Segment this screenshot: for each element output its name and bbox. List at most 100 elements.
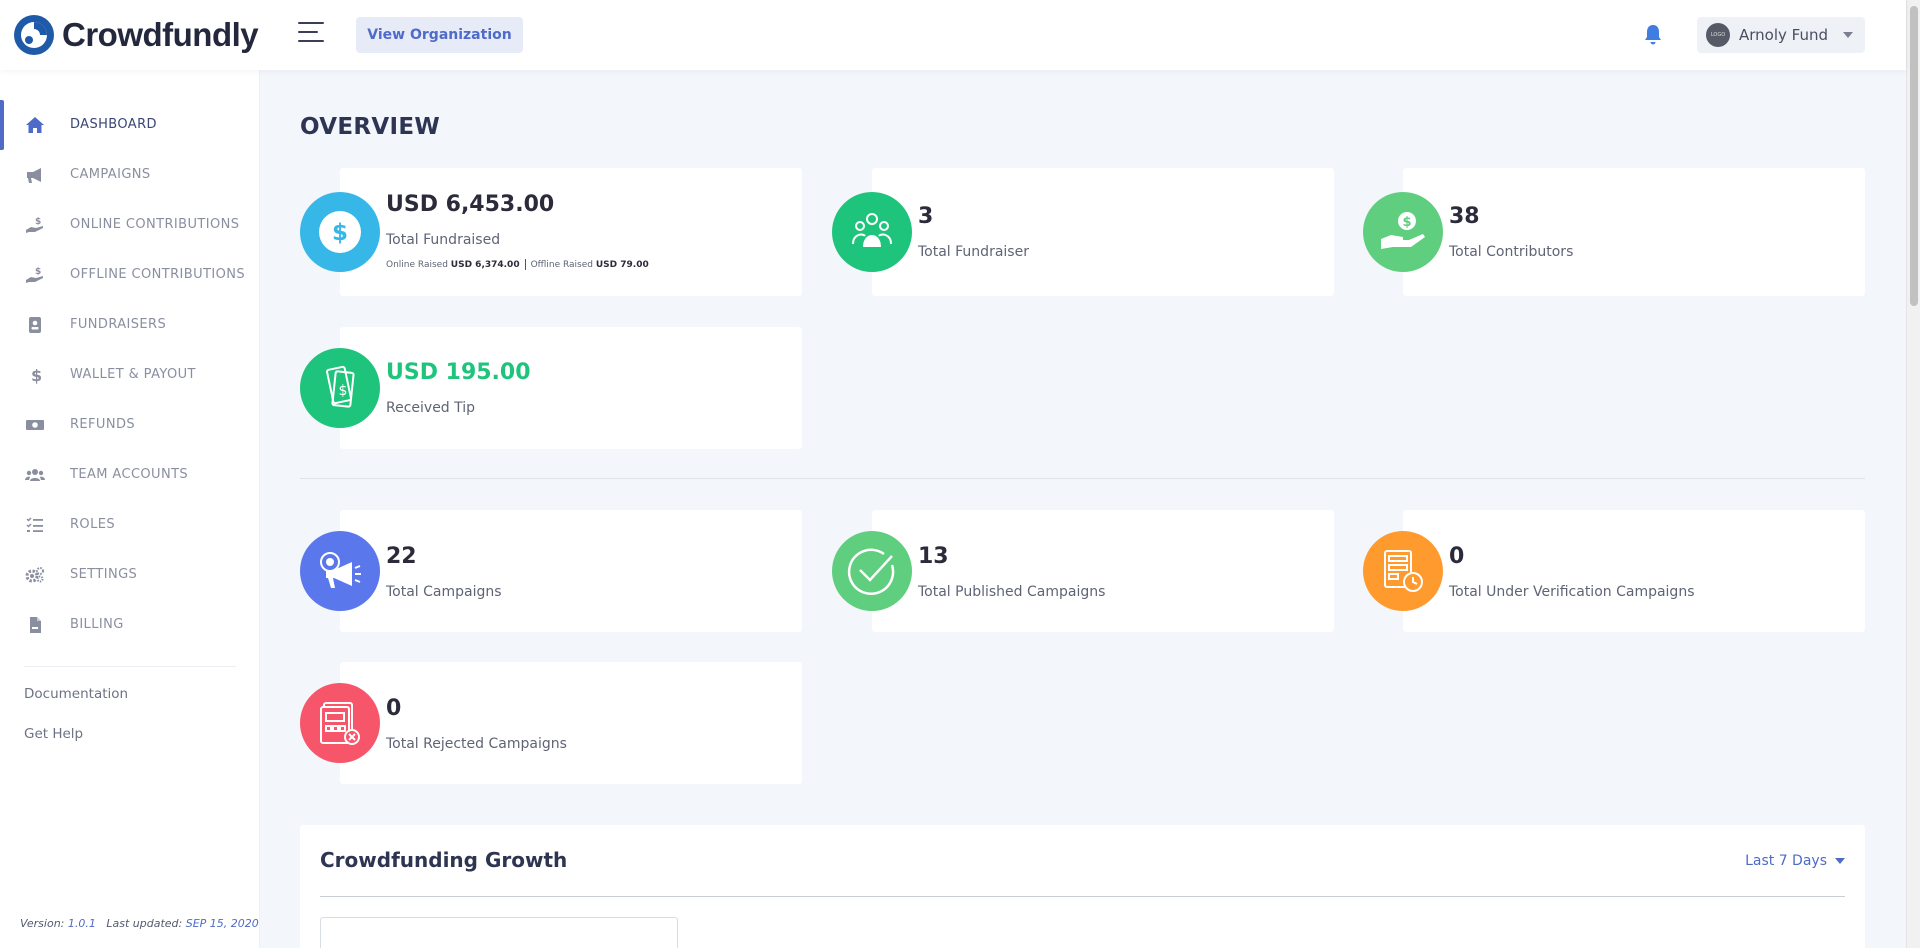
sidebar-item-team-accounts[interactable]: TEAM ACCOUNTS (0, 450, 260, 500)
sidebar-item-label: SETTINGS (70, 567, 138, 582)
raised-breakdown: Online Raised USD 6,374.00 Offline Raised… (386, 259, 649, 270)
dollar-icon: $ (31, 366, 42, 384)
page-scrollbar[interactable] (1906, 0, 1920, 948)
total-contributors-card (1403, 168, 1865, 296)
top-header: Crowdfundly View Organization LOGO Arnol… (0, 0, 1906, 70)
sidebar-item-refunds[interactable]: REFUNDS (0, 400, 260, 450)
rejected-campaigns-label: Total Rejected Campaigns (386, 736, 567, 752)
stat-icon-circle: $ (300, 348, 380, 428)
sidebar-item-fundraisers[interactable]: FUNDRAISERS (0, 300, 260, 350)
user-menu-dropdown[interactable]: LOGO Arnoly Fund (1697, 17, 1865, 53)
user-name: Arnoly Fund (1739, 26, 1829, 44)
sidebar-item-label: ONLINE CONTRIBUTIONS (70, 217, 240, 232)
documentation-link[interactable]: Documentation (24, 686, 128, 702)
sidebar-item-settings[interactable]: SETTINGS (0, 550, 260, 600)
received-tip-card (340, 327, 802, 449)
sidebar-item-label: DASHBOARD (70, 117, 157, 132)
sidebar-item-label: REFUNDS (70, 417, 136, 432)
check-circle-icon (847, 548, 895, 596)
stat-icon-circle: $ (300, 192, 380, 272)
cash-icon: $ (326, 365, 355, 408)
hand-coin-icon: $ (1381, 212, 1425, 249)
svg-text:$: $ (339, 383, 348, 399)
received-tip-value: USD 195.00 (386, 360, 531, 385)
crowdfunding-growth-panel: Crowdfunding Growth Last 7 Days (300, 825, 1865, 948)
dollar-circle-icon: $ (319, 211, 361, 253)
sidebar-item-label: TEAM ACCOUNTS (70, 467, 189, 482)
total-fundraised-label: Total Fundraised (386, 232, 501, 248)
verification-campaigns-value: 0 (1449, 544, 1465, 569)
offline-raised-value: USD 79.00 (595, 260, 649, 270)
megaphone-icon (27, 168, 41, 183)
section-divider (300, 478, 1865, 479)
last-updated-label: Last updated: (106, 917, 183, 930)
sidebar-item-roles[interactable]: ROLES (0, 500, 260, 550)
invoice-icon (30, 617, 41, 633)
rejected-campaigns-value: 0 (386, 696, 402, 721)
total-fundraiser-card (872, 168, 1334, 296)
last-updated-date: SEP 15, 2020 (185, 917, 259, 930)
view-organization-button[interactable]: View Organization (356, 17, 523, 53)
received-tip-label: Received Tip (386, 400, 476, 416)
megaphone-target-icon (320, 552, 361, 588)
brand-logo[interactable]: Crowdfundly (12, 12, 259, 58)
total-campaigns-value: 22 (386, 544, 417, 569)
sidebar-item-label: ROLES (70, 517, 115, 532)
date-range-dropdown[interactable]: Last 7 Days (1745, 853, 1845, 869)
get-help-link[interactable]: Get Help (24, 726, 83, 742)
document-rejected-icon (320, 702, 360, 745)
growth-summary-box (320, 917, 678, 948)
sidebar-item-online-contributions[interactable]: $ ONLINE CONTRIBUTIONS (0, 200, 260, 250)
sidebar-item-offline-contributions[interactable]: $ OFFLINE CONTRIBUTIONS (0, 250, 260, 300)
growth-divider (320, 896, 1845, 897)
published-campaigns-card (872, 510, 1334, 632)
svg-text:$: $ (332, 220, 348, 246)
bell-icon[interactable] (1643, 24, 1663, 46)
sidebar-item-dashboard[interactable]: DASHBOARD (0, 100, 260, 150)
users-icon (25, 469, 45, 481)
sidebar-item-label: CAMPAIGNS (70, 167, 151, 182)
sidebar: DASHBOARD CAMPAIGNS $ ONLINE CONTRIBUTIO… (0, 70, 260, 948)
svg-text:$: $ (31, 366, 42, 384)
sidebar-item-wallet-payout[interactable]: $ WALLET & PAYOUT (0, 350, 260, 400)
sidebar-item-label: WALLET & PAYOUT (70, 367, 196, 382)
version-number[interactable]: 1.0.1 (68, 917, 96, 930)
online-raised-value: USD 6,374.00 (450, 260, 520, 270)
menu-toggle-icon[interactable] (298, 22, 328, 46)
stat-icon-circle (832, 192, 912, 272)
chevron-down-icon (1835, 858, 1845, 864)
cogs-icon (25, 567, 44, 583)
total-campaigns-card (340, 510, 802, 632)
group-icon (852, 213, 892, 247)
hand-dollar-icon: $ (26, 217, 43, 233)
sidebar-item-campaigns[interactable]: CAMPAIGNS (0, 150, 260, 200)
growth-title: Crowdfunding Growth (320, 848, 568, 872)
money-bill-icon (26, 420, 44, 430)
avatar: LOGO (1706, 23, 1730, 47)
sidebar-item-label: OFFLINE CONTRIBUTIONS (70, 267, 245, 282)
stat-icon-circle (300, 531, 380, 611)
total-contributors-value: 38 (1449, 204, 1480, 229)
id-card-icon (29, 317, 41, 333)
stat-icon-circle (1363, 531, 1443, 611)
sidebar-item-label: FUNDRAISERS (70, 317, 167, 332)
stat-icon-circle: $ (1363, 192, 1443, 272)
offline-raised-label: Offline Raised (530, 260, 593, 270)
chevron-down-icon (1843, 32, 1853, 38)
published-campaigns-value: 13 (918, 544, 949, 569)
total-fundraiser-label: Total Fundraiser (918, 244, 1029, 260)
home-icon (26, 117, 44, 133)
sidebar-item-billing[interactable]: BILLING (0, 600, 260, 650)
scrollbar-thumb[interactable] (1910, 6, 1918, 306)
stat-icon-circle (300, 683, 380, 763)
version-label: Version: (20, 917, 65, 930)
verification-campaigns-label: Total Under Verification Campaigns (1449, 584, 1695, 600)
svg-text:$: $ (35, 217, 41, 227)
rejected-campaigns-card (340, 662, 802, 784)
document-clock-icon (1384, 550, 1423, 592)
sidebar-divider (24, 666, 236, 667)
version-info: Version: 1.0.1 Last updated: SEP 15, 202… (20, 917, 259, 930)
page-title: OVERVIEW (300, 114, 440, 140)
date-range-label: Last 7 Days (1745, 853, 1827, 869)
svg-text:$: $ (35, 267, 41, 277)
